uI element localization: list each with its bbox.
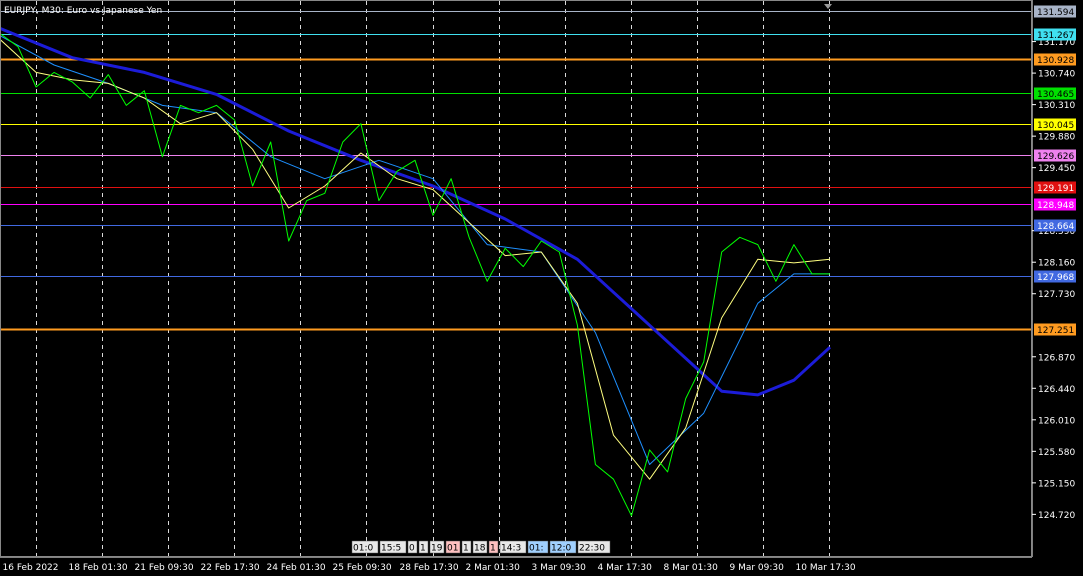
x-tick-label: 24 Feb 01:30 [267, 563, 326, 573]
price-level-label: 130.928 [1037, 56, 1074, 66]
x-tick-label: 3 Mar 09:30 [532, 563, 587, 573]
time-marker-label: 1 [420, 544, 426, 554]
time-marker-label: 14:3 [501, 544, 521, 554]
price-level-label: 129.626 [1037, 152, 1074, 162]
time-marker-label: 18 [474, 544, 486, 554]
y-tick-label: 130.310 [1038, 101, 1075, 111]
x-tick-label: 25 Feb 09:30 [333, 563, 392, 573]
y-tick-label: 127.730 [1038, 290, 1075, 300]
x-tick-label: 8 Mar 01:30 [664, 563, 719, 573]
price-level-label: 127.251 [1037, 326, 1074, 336]
y-tick-label: 128.160 [1038, 259, 1075, 269]
y-tick-label: 126.870 [1038, 353, 1075, 363]
time-marker-label: 15:5 [381, 544, 401, 554]
time-marker-label: 0 [409, 544, 415, 554]
time-marker-label: 01 [447, 544, 458, 554]
x-tick-label: 18 Feb 01:30 [69, 563, 128, 573]
x-tick-label: 22 Feb 17:30 [201, 563, 260, 573]
time-marker-label: 12:0 [551, 544, 571, 554]
time-marker-label: 01:0 [353, 544, 373, 554]
y-tick-label: 126.010 [1038, 416, 1075, 426]
time-marker-label: 22:30 [579, 544, 605, 554]
price-level-label: 128.948 [1037, 201, 1074, 211]
price-level-label: 131.594 [1037, 8, 1074, 18]
price-level-label: 130.465 [1037, 90, 1074, 100]
y-tick-label: 125.580 [1038, 448, 1075, 458]
time-marker-label: 1 [463, 544, 469, 554]
price-chart[interactable]: 131.170130.740130.310129.880129.450128.5… [0, 0, 1083, 576]
time-marker-label: 1 [490, 544, 496, 554]
y-tick-label: 126.440 [1038, 385, 1075, 395]
time-marker-label: 19 [431, 544, 443, 554]
price-level-label: 129.191 [1037, 184, 1074, 194]
time-marker-overlay: 01:0 15:5 0 1 19 01 1 18 1 14:3 01: 12:0 22:30 [351, 540, 611, 554]
y-tick-label: 130.740 [1038, 70, 1075, 80]
price-level-label: 127.968 [1037, 273, 1074, 283]
y-tick-label: 129.880 [1038, 133, 1075, 143]
x-tick-label: 4 Mar 17:30 [598, 563, 653, 573]
plot-area [0, 0, 1083, 576]
x-tick-label: 10 Mar 17:30 [796, 563, 856, 573]
y-tick-label: 124.720 [1038, 511, 1075, 521]
x-tick-label: 21 Feb 09:30 [135, 563, 194, 573]
x-tick-label: 2 Mar 01:30 [466, 563, 521, 573]
price-level-label: 131.267 [1037, 31, 1074, 41]
time-marker-label: 01: [529, 544, 543, 554]
y-tick-label: 125.150 [1038, 479, 1075, 489]
x-tick-label: 16 Feb 2022 [3, 563, 59, 573]
chart-title: EURJPY, M30: Euro vs Japanese Yen [4, 6, 162, 16]
x-tick-label: 9 Mar 09:30 [730, 563, 785, 573]
y-tick-label: 129.450 [1038, 164, 1075, 174]
price-level-label: 130.045 [1037, 121, 1074, 131]
x-tick-label: 28 Feb 17:30 [400, 563, 459, 573]
price-level-label: 128.664 [1037, 222, 1074, 232]
